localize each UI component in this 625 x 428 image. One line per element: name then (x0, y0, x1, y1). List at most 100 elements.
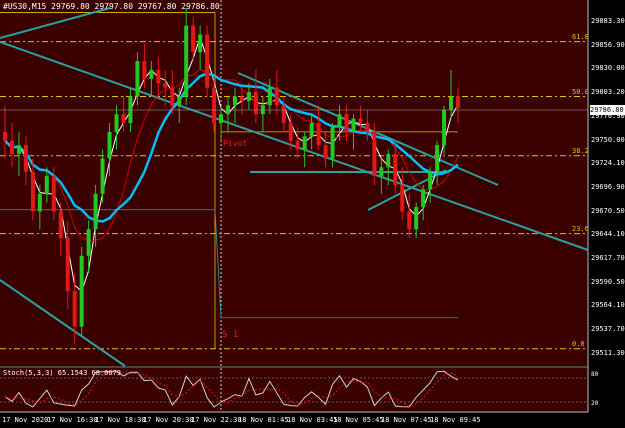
candle-body (156, 69, 161, 84)
candle-body (393, 154, 398, 185)
candle-body (309, 123, 314, 137)
candle-body (351, 118, 356, 132)
candle-body (170, 87, 175, 106)
candle-body (44, 176, 49, 194)
price-tick-label: 29883.30 (591, 17, 625, 25)
candle-body (135, 61, 140, 97)
pivot-label: Pivot (223, 139, 248, 148)
candle-body (30, 171, 35, 212)
support-s1-label: S 1 (222, 330, 239, 340)
candle-body (281, 105, 286, 124)
candle-body (267, 87, 272, 106)
price-tick-label: 29724.10 (591, 159, 625, 168)
price-tick-label: 29750.00 (591, 135, 625, 144)
candle-body (365, 123, 370, 132)
chart-canvas[interactable] (0, 0, 625, 428)
candle-body (323, 145, 328, 159)
price-tick-label: 29511.30 (591, 348, 625, 357)
price-tick-label: 29830.00 (591, 64, 625, 73)
price-tick-label: 29856.90 (591, 40, 625, 49)
time-tick-label: 18 Nov 03:45 (287, 416, 338, 424)
fib-level-label: 23.6 (572, 224, 589, 233)
time-tick-label: 17 Nov 22:30 (191, 416, 242, 424)
candle-body (421, 189, 426, 208)
candle-body (316, 123, 321, 146)
candle-body (302, 136, 307, 150)
candle-body (400, 185, 405, 212)
candle-body (121, 114, 126, 124)
fib-level-label: 50.0 (572, 87, 589, 96)
candle-body (149, 69, 154, 79)
candle-body (65, 238, 70, 292)
fib-level-label: 38.2 (572, 146, 589, 155)
candle-body (107, 131, 112, 159)
fib-level-label: 0.0 (572, 339, 585, 348)
candle-body (58, 211, 63, 239)
candle-body (51, 176, 56, 212)
candle-body (212, 87, 217, 124)
price-tick-label: 29803.20 (591, 88, 625, 97)
price-tick-label: 29590.50 (591, 277, 625, 286)
candle-body (386, 154, 391, 168)
time-tick-label: 17 Nov 2020 (2, 416, 49, 424)
candle-body (428, 171, 433, 190)
candle-body (163, 83, 168, 88)
chart-title: #US30,M15 29769.80 29797.80 29767.80 297… (3, 2, 220, 11)
candle-body (37, 193, 42, 212)
candle-body (191, 25, 196, 53)
candle-body (372, 131, 377, 177)
candle-body (295, 140, 300, 150)
candle-body (239, 96, 244, 101)
candle-body (198, 34, 203, 53)
candle-body (253, 92, 258, 115)
stochastic-label: Stoch(5,3,3) 65.1543 68.0079 (3, 369, 122, 377)
price-tick-label: 29564.10 (591, 301, 625, 310)
candle-body (205, 34, 210, 88)
candle-body (184, 25, 189, 97)
price-tick-label: 29696.90 (591, 182, 625, 191)
stoch-axis-top: 80 (591, 371, 599, 378)
candle-body (219, 114, 224, 124)
candle-body (177, 96, 182, 106)
main-chart-area[interactable] (0, 0, 588, 366)
candle-body (330, 127, 335, 159)
candle-body (246, 92, 251, 101)
candle-body (449, 96, 454, 110)
candle-body (100, 158, 105, 194)
time-tick-label: 17 Nov 16:30 (47, 416, 98, 424)
candle-body (232, 96, 237, 106)
candle-body (9, 140, 14, 155)
candle-body (72, 291, 77, 327)
price-tick-label: 29644.10 (591, 230, 625, 239)
time-tick-label: 18 Nov 07:45 (381, 416, 432, 424)
price-tick-label: 29617.70 (591, 254, 625, 262)
candle-body (86, 229, 91, 256)
candle-body (456, 96, 460, 109)
candle-body (337, 114, 342, 128)
time-tick-label: 18 Nov 01:45 (238, 416, 289, 424)
candle-body (142, 61, 147, 79)
candle-body (288, 123, 293, 141)
fib-level-label: 61.8 (572, 32, 589, 41)
price-tick-label: 29670.50 (591, 206, 625, 215)
candle-body (442, 109, 447, 146)
current-price-badge: 29786.80 (590, 105, 625, 115)
candle-body (114, 114, 119, 132)
candle-body (435, 145, 440, 172)
price-tick-label: 29537.70 (591, 325, 625, 334)
candle-body (379, 167, 384, 177)
candle-body (274, 87, 279, 106)
candle-body (407, 211, 412, 230)
time-tick-label: 18 Nov 05:45 (333, 416, 384, 424)
candle-body (79, 255, 84, 327)
chart-window[interactable]: #US30,M15 29769.80 29797.80 29767.80 297… (0, 0, 625, 428)
candle-body (3, 131, 7, 141)
time-tick-label: 17 Nov 18:30 (95, 416, 146, 424)
candle-body (414, 207, 419, 230)
candle-body (23, 145, 28, 172)
time-tick-label: 18 Nov 09:45 (430, 416, 481, 424)
stoch-axis-bottom: 20 (591, 400, 599, 407)
candle-body (344, 114, 349, 132)
candle-body (93, 193, 98, 230)
time-tick-label: 17 Nov 20:30 (143, 416, 194, 424)
